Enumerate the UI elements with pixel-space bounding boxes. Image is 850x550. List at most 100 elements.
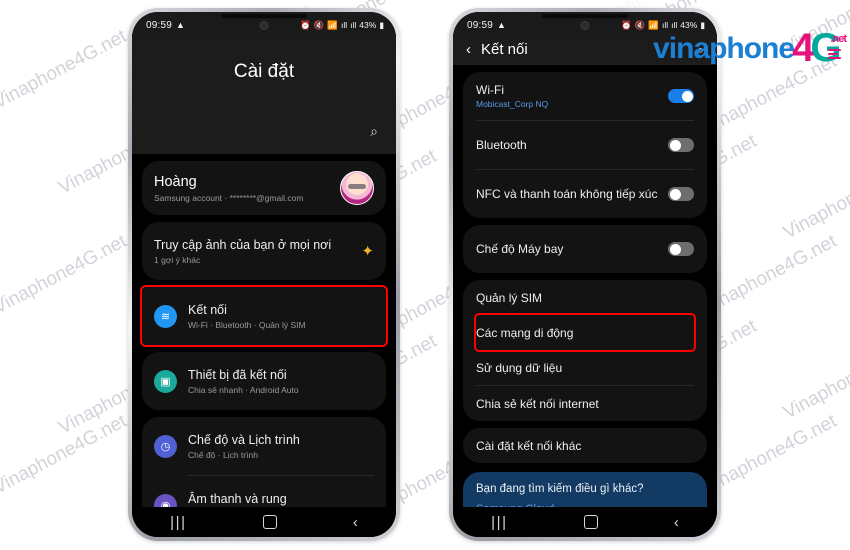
- back-button[interactable]: ‹: [353, 515, 358, 530]
- status-battery-text: 43%: [359, 20, 377, 30]
- other-settings-card: Cài đặt kết nối khác: [463, 428, 707, 463]
- toggle-title: NFC và thanh toán không tiếp xúc: [476, 186, 658, 201]
- right-nav-bar: ||| ‹: [453, 507, 717, 537]
- status-mute-icon: 🔇: [634, 19, 646, 30]
- promo-row[interactable]: Truy cập ảnh của bạn ở mọi nơi 1 gợi ý k…: [154, 222, 374, 280]
- profile-row[interactable]: Hoàng Samsung account · ********@gmail.c…: [154, 161, 374, 215]
- toggle-subtitle: Mobicast_Corp NQ: [476, 99, 549, 109]
- page-title: Kết nối: [481, 41, 528, 58]
- item-subtitle: Chế độ · Lịch trình: [188, 449, 258, 460]
- toggle-title: Wi-Fi: [476, 83, 504, 97]
- watermark-text: Vinaphone4G.net: [700, 410, 841, 499]
- toggle-title: Bluetooth: [476, 137, 527, 152]
- status-signal2-icon: ıll: [350, 20, 357, 30]
- watermark-text: Vinaphone4G.net: [780, 335, 850, 424]
- watermark-text: Vinaphone4G.net: [700, 230, 841, 319]
- status-wifi-icon: 📶: [327, 19, 339, 30]
- camera-dot-icon: [580, 21, 590, 30]
- list-item-su-dung-du-lieu[interactable]: Sử dụng dữ liệu: [476, 350, 694, 385]
- status-alarm-icon: ⏰: [300, 19, 311, 30]
- status-warning-icon: ▲: [497, 20, 506, 30]
- right-phone-screen: 09:59 ▲ ⏰ 🔇 📶 ıll ıll 43% ▮ ‹ Kết nối ⌕: [453, 12, 717, 537]
- airplane-card: Chế độ Máy bay: [463, 225, 707, 273]
- camera-dot-icon: [259, 21, 269, 30]
- item-title: Âm thanh và rung: [188, 491, 287, 506]
- notch: [542, 14, 628, 18]
- profile-text: Hoàng Samsung account · ********@gmail.c…: [154, 174, 340, 203]
- status-icons: ⏰ 🔇 📶 ıll ıll 43% ▮: [621, 20, 705, 31]
- wifi-toggle[interactable]: [668, 89, 694, 103]
- status-signal-icon: ıll: [662, 20, 669, 30]
- left-nav-bar: ||| ‹: [132, 507, 396, 537]
- back-arrow-icon[interactable]: ‹: [466, 42, 471, 57]
- sidebar-item-ket-noi[interactable]: ≋ Kết nối Wi-Fi · Bluetooth · Quản lý SI…: [154, 287, 374, 345]
- toggle-row-wifi[interactable]: Wi-Fi Mobicast_Corp NQ: [476, 72, 694, 120]
- toggle-row-bluetooth[interactable]: Bluetooth: [476, 121, 694, 169]
- left-phone-frame: 09:59 ▲ ⏰ 🔇 📶 ıll ıll 43% ▮ Cài đặt ⌕ Ho…: [128, 8, 400, 541]
- wifi-icon: ≋: [154, 304, 177, 328]
- status-battery-text: 43%: [680, 20, 698, 30]
- toggle-title: Chế độ Máy bay: [476, 241, 564, 256]
- item-title: Thiết bị đã kết nối: [188, 367, 287, 382]
- settings-hero: Cài đặt ⌕: [132, 34, 396, 154]
- watermark-text: Vinaphone4G.net: [0, 230, 131, 319]
- list-item-chia-se-ket-noi[interactable]: Chia sẻ kết nối internet: [476, 386, 694, 421]
- sidebar-item-che-do[interactable]: ◷ Chế độ và Lịch trình Chế độ · Lịch trì…: [154, 417, 374, 475]
- promo-card[interactable]: Truy cập ảnh của bạn ở mọi nơi 1 gợi ý k…: [142, 222, 386, 280]
- recents-button[interactable]: |||: [170, 515, 187, 530]
- item-title: Kết nối: [188, 302, 227, 317]
- home-button[interactable]: [583, 515, 598, 529]
- airplane-toggle[interactable]: [668, 242, 694, 256]
- modes-icon: ◷: [154, 434, 177, 458]
- back-button[interactable]: ‹: [674, 515, 679, 530]
- status-time: 09:59: [146, 19, 173, 31]
- toggle-row-nfc[interactable]: NFC và thanh toán không tiếp xúc: [476, 170, 694, 218]
- connections-body: ‹ Kết nối ⌕ Wi-Fi Mobicast_Corp NQ Bluet…: [453, 34, 717, 537]
- list-item-quan-ly-sim[interactable]: Quản lý SIM: [476, 280, 694, 315]
- connections-card[interactable]: ≋ Kết nối Wi-Fi · Bluetooth · Quản lý SI…: [140, 285, 388, 347]
- site-logo: vinaphone 4 G .net: [653, 28, 847, 68]
- item-subtitle: Chia sẻ nhanh · Android Auto: [188, 384, 299, 395]
- logo-text-net: .net: [830, 33, 847, 45]
- connected-devices-card[interactable]: ▣ Thiết bị đã kết nối Chia sẻ nhanh · An…: [142, 352, 386, 410]
- profile-subtitle: Samsung account · ********@gmail.com: [154, 192, 304, 203]
- status-warning-icon: ▲: [176, 20, 185, 30]
- item-title: Chế độ và Lịch trình: [188, 432, 300, 447]
- promo-text: Truy cập ảnh của bạn ở mọi nơi 1 gợi ý k…: [154, 238, 355, 265]
- watermark-text: Vinaphone4G.net: [780, 155, 850, 244]
- status-signal-icon: ıll: [341, 20, 348, 30]
- list-item-cai-dat-khac[interactable]: Cài đặt kết nối khác: [476, 428, 694, 463]
- promo-title: Truy cập ảnh của bạn ở mọi nơi: [154, 237, 332, 252]
- status-signal2-icon: ıll: [671, 20, 678, 30]
- list-item-cac-mang-di-dong[interactable]: Các mạng di động: [474, 313, 696, 352]
- search-icon[interactable]: ⌕: [370, 123, 378, 140]
- left-settings-body: Cài đặt ⌕ Hoàng Samsung account · ******…: [132, 34, 396, 537]
- nfc-toggle[interactable]: [668, 187, 694, 201]
- logo-text-vinaphone: vinaphone: [653, 32, 795, 65]
- recents-button[interactable]: |||: [491, 515, 508, 530]
- home-button[interactable]: [262, 515, 277, 529]
- bluetooth-toggle[interactable]: [668, 138, 694, 152]
- promo-subtitle: 1 gợi ý khác: [154, 254, 201, 265]
- devices-icon: ▣: [154, 369, 177, 393]
- avatar[interactable]: [340, 171, 374, 205]
- account-card[interactable]: Hoàng Samsung account · ********@gmail.c…: [142, 161, 386, 215]
- page-title: Cài đặt: [233, 61, 295, 82]
- profile-name: Hoàng: [154, 173, 197, 190]
- status-battery-icon: ▮: [379, 19, 384, 30]
- watermark-text: Vinaphone4G.net: [0, 25, 131, 114]
- status-time: 09:59: [467, 19, 494, 31]
- left-phone-screen: 09:59 ▲ ⏰ 🔇 📶 ıll ıll 43% ▮ Cài đặt ⌕ Ho…: [132, 12, 396, 537]
- right-phone-frame: 09:59 ▲ ⏰ 🔇 📶 ıll ıll 43% ▮ ‹ Kết nối ⌕: [449, 8, 721, 541]
- logo-bars-icon: [828, 49, 842, 59]
- status-mute-icon: 🔇: [313, 19, 325, 30]
- status-alarm-icon: ⏰: [621, 19, 632, 30]
- watermark-text: Vinaphone4G.net: [0, 410, 131, 499]
- toggle-row-airplane[interactable]: Chế độ Máy bay: [476, 225, 694, 273]
- item-subtitle: Wi-Fi · Bluetooth · Quản lý SIM: [188, 319, 306, 330]
- notch: [221, 14, 307, 18]
- status-wifi-icon: 📶: [648, 19, 660, 30]
- sidebar-item-thiet-bi[interactable]: ▣ Thiết bị đã kết nối Chia sẻ nhanh · An…: [154, 352, 374, 410]
- status-battery-icon: ▮: [700, 19, 705, 30]
- toggles-card: Wi-Fi Mobicast_Corp NQ Bluetooth NFC và …: [463, 72, 707, 218]
